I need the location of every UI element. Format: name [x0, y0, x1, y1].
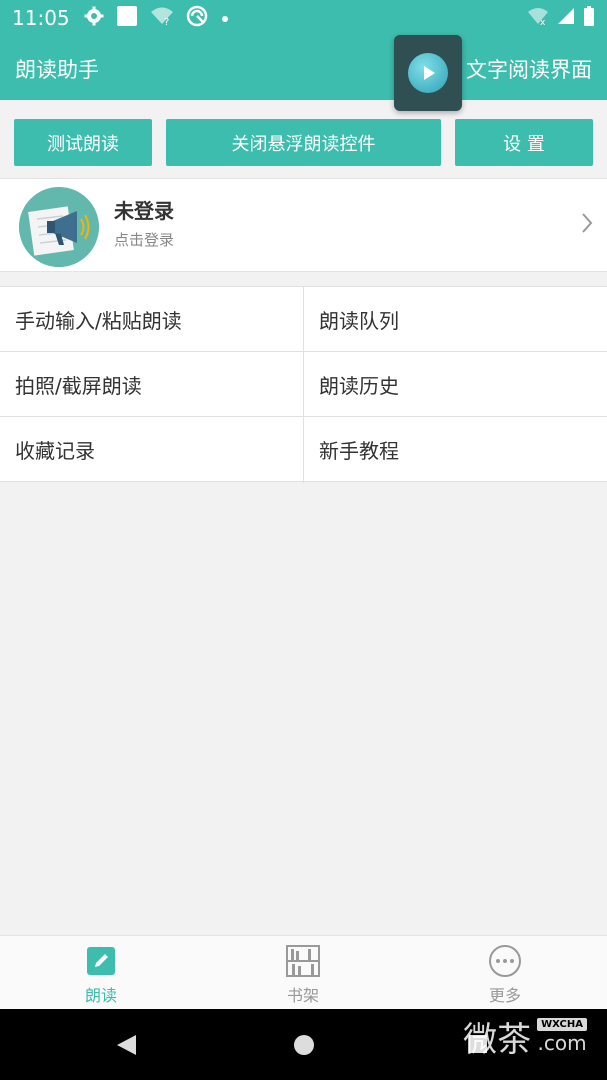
profile-subtitle: 点击登录: [114, 231, 175, 249]
watermark-tag: WXCHA: [537, 1018, 587, 1031]
home-icon[interactable]: [293, 1034, 315, 1060]
wifi-x-icon: x: [527, 7, 549, 29]
signal-icon: [557, 7, 575, 29]
watermark-logo: 微茶 WXCHA .com: [463, 1012, 587, 1061]
wifi-question-icon: ?: [150, 6, 174, 30]
more-dots-icon: [488, 944, 522, 978]
manual-input-item[interactable]: 手动输入/粘贴朗读: [0, 287, 303, 352]
avatar: [19, 187, 99, 267]
svg-text:?: ?: [164, 17, 169, 26]
bookshelf-icon: [286, 944, 320, 978]
bottom-tab-bar: 朗读 书架 更多: [0, 935, 607, 1009]
beginner-tutorial-item[interactable]: 新手教程: [304, 417, 607, 482]
tab-bookshelf-label: 书架: [286, 986, 319, 1005]
battery-icon: [583, 6, 595, 30]
square-notification-icon: [116, 5, 138, 31]
photo-screenshot-item[interactable]: 拍照/截屏朗读: [0, 352, 303, 417]
play-icon[interactable]: [408, 53, 448, 93]
tab-read[interactable]: 朗读: [0, 936, 202, 1010]
tab-more-label: 更多: [488, 986, 521, 1005]
status-bar: 11:05 ? x: [0, 0, 607, 36]
favorites-item[interactable]: 收藏记录: [0, 417, 303, 482]
profile-name: 未登录: [114, 199, 174, 223]
chevron-right-icon: [581, 212, 593, 238]
text-reading-view-link[interactable]: 文字阅读界面: [466, 54, 592, 84]
app-bar: 朗读助手 文字阅读界面: [0, 36, 607, 100]
tab-bookshelf[interactable]: 书架: [202, 936, 404, 1010]
svg-text:x: x: [540, 18, 546, 25]
feature-grid: 手动输入/粘贴朗读 朗读队列 拍照/截屏朗读 朗读历史 收藏记录 新手教程: [0, 286, 607, 483]
settings-gear-icon: [84, 6, 104, 30]
tab-more[interactable]: 更多: [404, 936, 606, 1010]
watermark-text: 微茶: [463, 1020, 532, 1060]
status-time: 11:05: [12, 6, 70, 30]
vpn-icon: [186, 5, 208, 31]
settings-button[interactable]: 设 置: [455, 119, 593, 166]
tab-read-label: 朗读: [84, 986, 117, 1005]
app-title: 朗读助手: [15, 58, 99, 82]
back-icon[interactable]: [114, 1033, 138, 1061]
action-button-row: 测试朗读 关闭悬浮朗读控件 设 置: [0, 119, 607, 166]
read-history-item[interactable]: 朗读历史: [304, 352, 607, 417]
test-read-button[interactable]: 测试朗读: [14, 119, 152, 166]
floating-player-widget[interactable]: [394, 35, 462, 111]
edit-note-icon: [86, 944, 116, 978]
watermark-domain: .com: [537, 1031, 587, 1055]
read-queue-item[interactable]: 朗读队列: [304, 287, 607, 352]
grid-divider: [303, 287, 304, 483]
login-card[interactable]: 未登录 点击登录: [0, 178, 607, 272]
dot-icon: [220, 9, 230, 28]
close-float-button[interactable]: 关闭悬浮朗读控件: [166, 119, 441, 166]
megaphone-icon: [19, 187, 99, 267]
